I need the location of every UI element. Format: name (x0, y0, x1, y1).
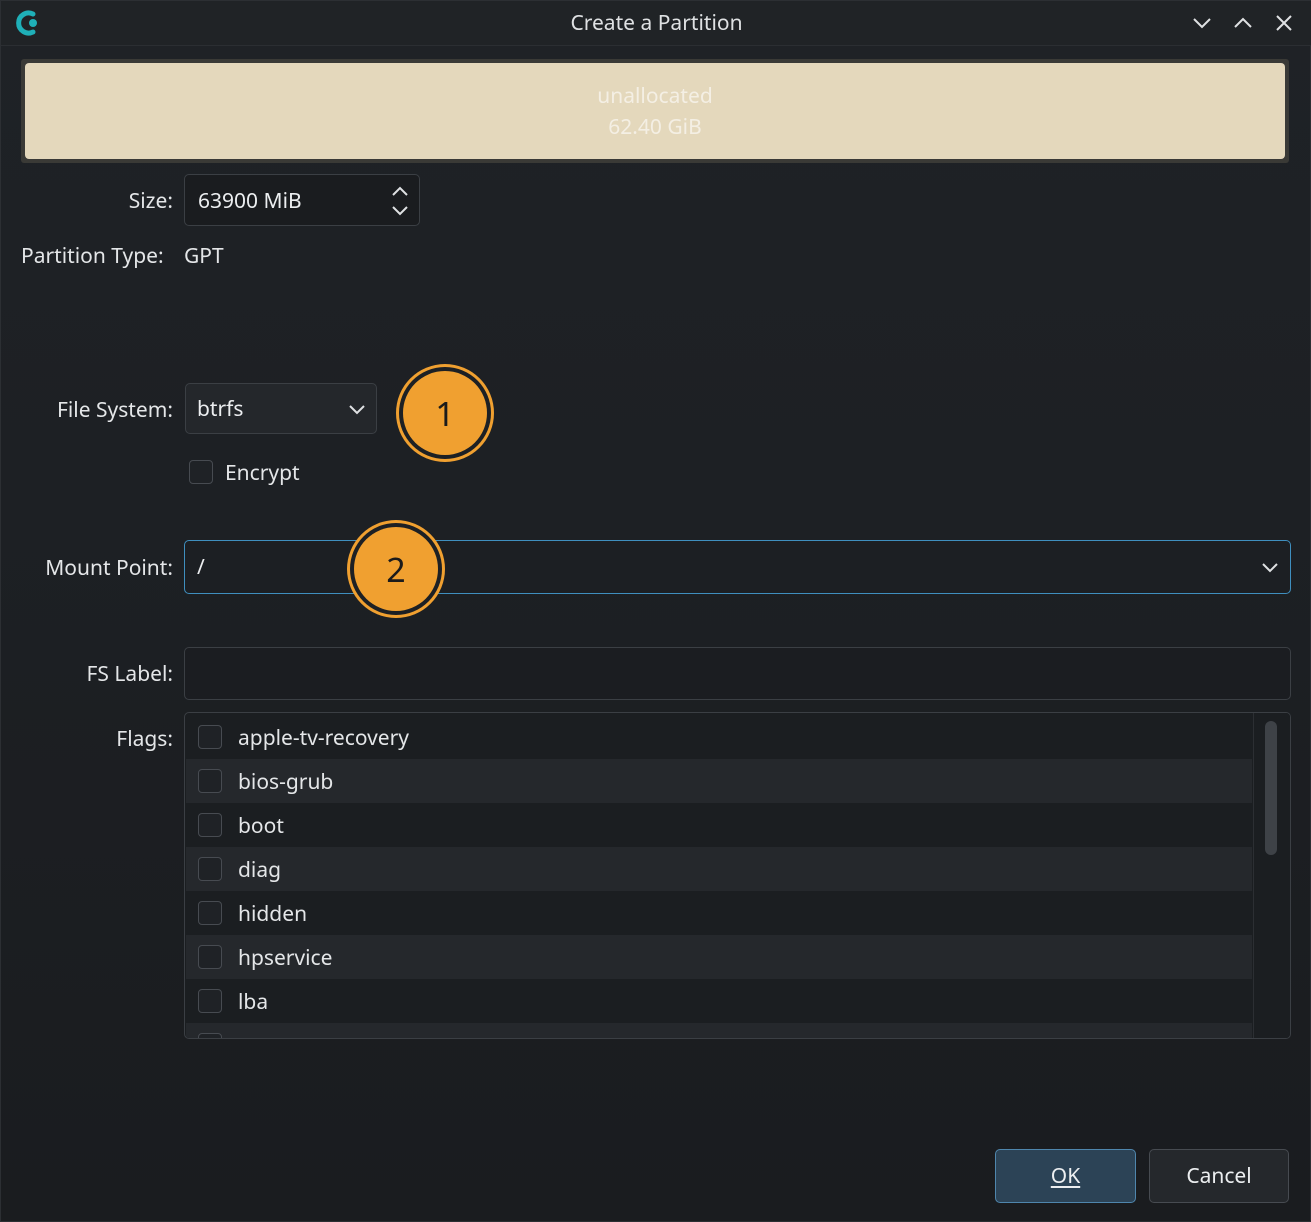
fs-label-input[interactable] (184, 647, 1291, 700)
file-system-label: File System: (56, 396, 173, 424)
close-button[interactable] (1270, 9, 1298, 37)
list-item[interactable]: apple-tv-recovery (186, 715, 1252, 759)
flag-checkbox[interactable] (198, 945, 222, 969)
flag-checkbox[interactable] (198, 813, 222, 837)
list-item[interactable]: lba (186, 979, 1252, 1023)
list-item[interactable]: hidden (186, 891, 1252, 935)
flag-label: hidden (238, 900, 308, 928)
chevron-down-icon (1193, 18, 1211, 29)
cancel-button-label: Cancel (1186, 1162, 1252, 1190)
spin-arrows-icon[interactable] (389, 181, 411, 221)
minimize-button[interactable] (1188, 9, 1216, 37)
list-item[interactable]: boot (186, 803, 1252, 847)
list-item[interactable]: diag (186, 847, 1252, 891)
segment-size: 62.40 GiB (608, 113, 702, 141)
flag-label: apple-tv-recovery (238, 724, 410, 752)
mount-point-input[interactable] (197, 552, 1237, 582)
list-item[interactable]: hpservice (186, 935, 1252, 979)
encrypt-label[interactable]: Encrypt (225, 459, 300, 487)
scrollbar-thumb[interactable] (1265, 721, 1277, 855)
flag-checkbox[interactable] (198, 901, 222, 925)
flag-label: hpservice (238, 944, 333, 972)
annotation-badge-1: 1 (403, 371, 487, 455)
unallocated-segment: unallocated 62.40 GiB (25, 63, 1285, 159)
chevron-up-icon (1234, 17, 1252, 28)
flags-label: Flags: (116, 725, 173, 753)
cancel-button[interactable]: Cancel (1149, 1149, 1289, 1203)
window-title: Create a Partition (570, 9, 743, 37)
encrypt-checkbox[interactable] (189, 460, 213, 484)
fs-label-label: FS Label: (86, 660, 173, 688)
partition-type-label: Partition Type: (21, 242, 164, 270)
ok-button-label: OK (1050, 1162, 1081, 1190)
title-bar: Create a Partition (1, 1, 1311, 46)
size-spinbox[interactable]: 63900 MiB (184, 174, 420, 226)
flag-checkbox[interactable] (198, 769, 222, 793)
flag-label: lba (238, 988, 269, 1016)
create-partition-dialog: Create a Partition unallocated 62.40 GiB… (0, 0, 1311, 1222)
maximize-button[interactable] (1229, 9, 1257, 37)
chevron-down-icon (349, 405, 365, 415)
flag-checkbox[interactable] (198, 857, 222, 881)
flag-label: diag (238, 856, 282, 884)
flag-checkbox[interactable] (198, 725, 222, 749)
flag-label: bios-grub (238, 768, 334, 796)
partition-bar: unallocated 62.40 GiB (21, 59, 1289, 163)
flags-list[interactable]: apple-tv-recovery bios-grub boot diag hi… (184, 712, 1291, 1039)
size-label: Size: (128, 187, 173, 215)
partition-type-value: GPT (184, 242, 224, 270)
file-system-value: btrfs (197, 395, 244, 423)
file-system-combobox[interactable]: btrfs (185, 383, 377, 434)
annotation-badge-2: 2 (354, 527, 438, 611)
size-value: 63900 MiB (198, 187, 302, 215)
flag-checkbox[interactable] (198, 1033, 222, 1038)
segment-name: unallocated (597, 82, 713, 110)
chevron-down-icon[interactable] (1259, 556, 1281, 578)
close-icon (1276, 15, 1292, 31)
ok-button[interactable]: OK (995, 1149, 1136, 1203)
scrollbar[interactable] (1253, 713, 1290, 1038)
flag-label: boot (238, 812, 284, 840)
list-item[interactable] (186, 1023, 1252, 1038)
mount-point-combobox[interactable] (184, 540, 1291, 594)
mount-point-label: Mount Point: (45, 554, 173, 582)
flag-checkbox[interactable] (198, 989, 222, 1013)
list-item[interactable]: bios-grub (186, 759, 1252, 803)
